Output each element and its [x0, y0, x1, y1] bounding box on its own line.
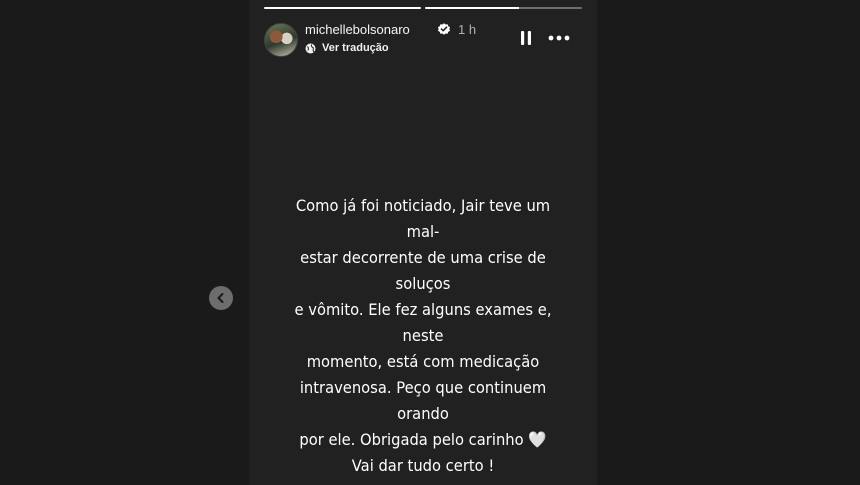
story-progress-bar	[264, 7, 582, 9]
translate-button[interactable]: Ver tradução	[305, 41, 389, 55]
translate-label: Ver tradução	[322, 42, 389, 54]
translate-globe-icon	[305, 43, 316, 53]
avatar[interactable]	[264, 23, 298, 57]
chevron-left-icon	[217, 293, 224, 303]
progress-segment	[264, 7, 421, 9]
pause-icon[interactable]	[519, 30, 533, 46]
previous-story-button[interactable]	[209, 286, 233, 310]
username-link[interactable]: michellebolsonaro	[305, 22, 410, 37]
verified-badge-icon	[438, 23, 450, 35]
progress-fill	[425, 7, 520, 9]
progress-fill	[264, 7, 421, 9]
more-options-icon[interactable]	[547, 30, 571, 46]
progress-segment	[425, 7, 582, 9]
post-time: 1 h	[458, 22, 477, 37]
story-viewer: michellebolsonaro 1 h Ver tradução Como …	[249, 0, 597, 485]
story-text: Como já foi noticiado, Jair teve um mal-…	[294, 196, 552, 475]
story-header: michellebolsonaro 1 h Ver tradução	[264, 18, 585, 58]
